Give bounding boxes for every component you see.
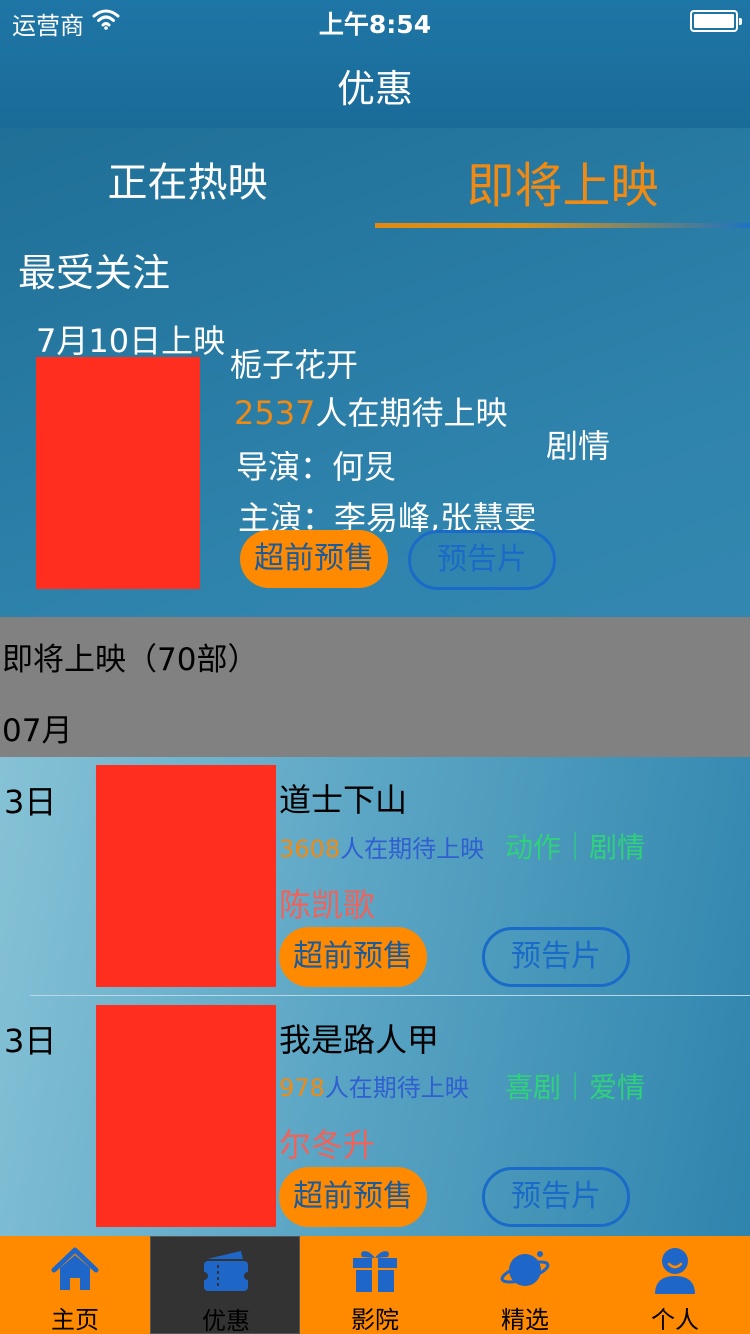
upcoming-count-label: 即将上映（70部） <box>2 642 259 678</box>
movie-title[interactable]: 道士下山 <box>279 775 407 821</box>
featured-trailer-button[interactable]: 预告片 <box>408 530 556 590</box>
movie-presale-button[interactable]: 超前预售 <box>279 1167 427 1227</box>
featured-genre: 剧情 <box>546 427 611 465</box>
movie-expect-suffix: 人在期待上映 <box>340 835 485 863</box>
tabbar-item-profile[interactable]: 个人 <box>600 1236 750 1334</box>
tabbar-item-cinema[interactable]: 影院 <box>300 1236 450 1334</box>
movie-expect-number: 3608 <box>279 835 341 863</box>
featured-poster[interactable] <box>36 357 200 589</box>
movie-director: 尔冬升 <box>279 1126 376 1164</box>
tabbar-label: 个人 <box>651 1306 699 1334</box>
featured-release-date: 7月10日上映 <box>36 322 226 360</box>
list-divider <box>30 995 750 996</box>
movie-trailer-button[interactable]: 预告片 <box>482 1167 630 1227</box>
tabbar-label: 影院 <box>351 1306 399 1334</box>
clock: 上午8:54 <box>318 10 432 39</box>
movie-genre: 动作｜剧情 <box>505 831 646 864</box>
gift-icon <box>353 1251 397 1292</box>
status-bar: 运营商 上午8:54 <box>0 0 750 40</box>
movie-poster[interactable] <box>96 765 276 987</box>
movie-expect-suffix: 人在期待上映 <box>324 1074 469 1102</box>
planet-icon <box>500 1251 550 1286</box>
movie-day: 3日 <box>4 783 57 821</box>
section-title-most-followed: 最受关注 <box>18 251 171 295</box>
movie-title[interactable]: 我是路人甲 <box>279 1015 439 1061</box>
movie-poster[interactable] <box>96 1005 276 1227</box>
ticket-icon <box>201 1251 251 1291</box>
tab-active-indicator <box>375 223 750 228</box>
tabbar-item-home[interactable]: 主页 <box>0 1236 150 1334</box>
movie-director: 陈凯歌 <box>279 886 376 924</box>
tabbar-item-deals[interactable]: 优惠 <box>150 1236 300 1334</box>
tabbar-item-featured[interactable]: 精选 <box>450 1236 600 1334</box>
featured-expect-suffix: 人在期待上映 <box>315 394 508 432</box>
month-label: 07月 <box>2 713 73 749</box>
movie-genre: 喜剧｜爱情 <box>505 1071 646 1104</box>
page-title: 优惠 <box>336 67 413 111</box>
featured-expect-number: 2537 <box>234 394 316 432</box>
home-icon <box>51 1247 99 1290</box>
person-icon <box>655 1248 695 1294</box>
movie-presale-button[interactable]: 超前预售 <box>279 927 427 987</box>
featured-expect-count: 2537人在期待上映 <box>234 388 507 434</box>
featured-director: 导演：何炅 <box>236 448 397 486</box>
tab-coming-soon[interactable]: 即将上映 <box>375 146 750 214</box>
featured-title[interactable]: 栀子花开 <box>230 340 358 386</box>
tabbar-label: 精选 <box>501 1306 549 1334</box>
movie-day: 3日 <box>4 1022 57 1060</box>
battery-icon <box>690 10 742 32</box>
tab-now-showing[interactable]: 正在热映 <box>0 150 375 210</box>
tabbar-label: 优惠 <box>202 1307 250 1334</box>
movie-expect-count: 978人在期待上映 <box>279 1068 469 1103</box>
movie-expect-number: 978 <box>279 1074 325 1102</box>
tabbar-label: 主页 <box>51 1306 99 1334</box>
featured-presale-button[interactable]: 超前预售 <box>240 530 388 588</box>
movie-trailer-button[interactable]: 预告片 <box>482 927 630 987</box>
movie-expect-count: 3608人在期待上映 <box>279 829 484 864</box>
